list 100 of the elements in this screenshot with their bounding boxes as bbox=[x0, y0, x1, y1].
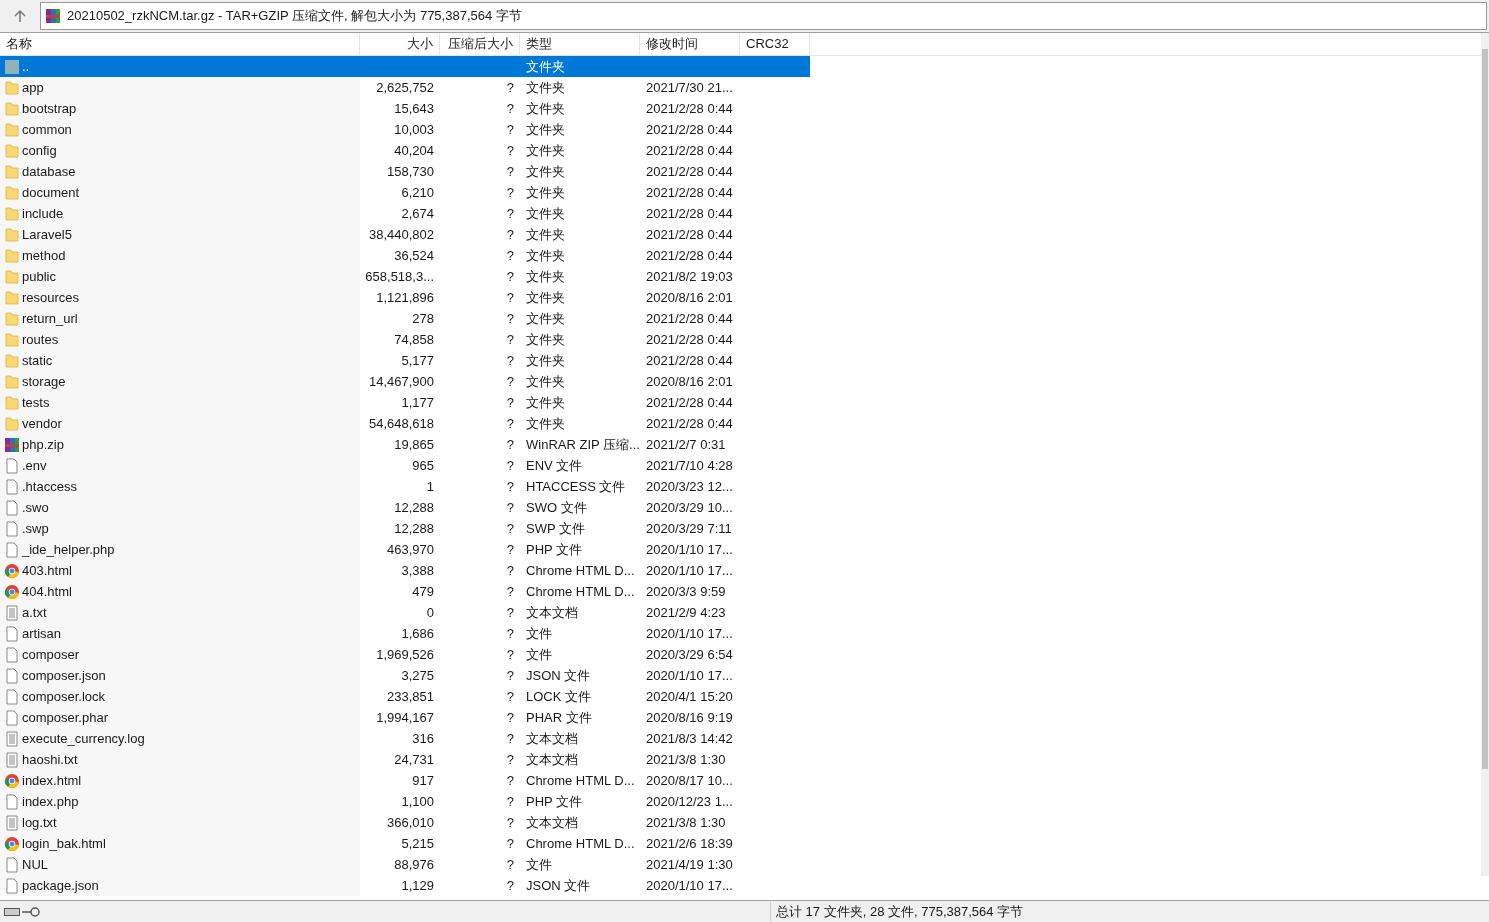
file-row[interactable]: include 2,674 ? 文件夹 2021/2/28 0:44 bbox=[0, 203, 810, 224]
modified-cell: 2021/2/28 0:44 bbox=[646, 142, 733, 158]
file-row[interactable]: database 158,730 ? 文件夹 2021/2/28 0:44 bbox=[0, 161, 810, 182]
modified-cell: 2021/7/10 4:28 bbox=[646, 457, 733, 473]
size-cell-text: 658,518,3... bbox=[365, 267, 434, 286]
file-name: composer.phar bbox=[22, 708, 108, 727]
modified-cell: 2021/2/28 0:44 bbox=[646, 184, 733, 200]
file-row[interactable]: a.txt 0 ? 文本文档 2021/2/9 4:23 bbox=[0, 602, 810, 623]
file-row[interactable]: 404.html 479 ? Chrome HTML D... 2020/3/3 9:59 bbox=[0, 581, 810, 602]
packed-size-cell-text: ? bbox=[506, 435, 514, 454]
size-cell-text: 88,976 bbox=[394, 855, 434, 874]
file-row[interactable]: config 40,204 ? 文件夹 2021/2/28 0:44 bbox=[0, 140, 810, 161]
file-row[interactable]: document 6,210 ? 文件夹 2021/2/28 0:44 bbox=[0, 182, 810, 203]
folder-icon bbox=[4, 415, 20, 432]
type-cell: 文件夹 bbox=[526, 58, 565, 74]
type-cell: 文件夹 bbox=[526, 163, 565, 179]
packed-size-cell-text: ? bbox=[506, 78, 514, 97]
folder-icon bbox=[4, 184, 20, 201]
file-row[interactable]: app 2,625,752 ? 文件夹 2021/7/30 21... bbox=[0, 77, 810, 98]
file-row[interactable]: composer.json 3,275 ? JSON 文件 2020/1/10 17... bbox=[0, 665, 810, 686]
file-row[interactable]: haoshi.txt 24,731 ? 文本文档 2021/3/8 1:30 bbox=[0, 749, 810, 770]
file-name: document bbox=[22, 183, 80, 202]
file-name: artisan bbox=[22, 624, 62, 643]
column-header[interactable]: 名称 bbox=[0, 33, 360, 55]
file-name: haoshi.txt bbox=[22, 750, 78, 769]
file-row[interactable]: 403.html 3,388 ? Chrome HTML D... 2020/1/10 17... bbox=[0, 560, 810, 581]
modified-cell: 2021/8/2 19:03 bbox=[646, 268, 733, 284]
type-cell: 文件 bbox=[526, 646, 552, 662]
text-file-icon bbox=[4, 751, 20, 768]
file-icon bbox=[4, 499, 20, 516]
file-row[interactable]: static 5,177 ? 文件夹 2021/2/28 0:44 bbox=[0, 350, 810, 371]
type-cell: 文件夹 bbox=[526, 394, 565, 410]
file-row[interactable]: log.txt 366,010 ? 文本文档 2021/3/8 1:30 bbox=[0, 812, 810, 833]
file-row[interactable]: common 10,003 ? 文件夹 2021/2/28 0:44 bbox=[0, 119, 810, 140]
file-icon bbox=[4, 709, 20, 726]
file-row[interactable]: php.zip 19,865 ? WinRAR ZIP 压缩... 2021/2/7 0:31 bbox=[0, 434, 810, 455]
type-cell: 文件 bbox=[526, 856, 552, 872]
archive-icon bbox=[45, 8, 61, 24]
file-row[interactable]: storage 14,467,900 ? 文件夹 2020/8/16 2:01 bbox=[0, 371, 810, 392]
packed-size-cell-text: ? bbox=[506, 477, 514, 496]
file-name: vendor bbox=[22, 414, 62, 433]
file-row[interactable]: index.php 1,100 ? PHP 文件 2020/12/23 1... bbox=[0, 791, 810, 812]
scrollbar[interactable] bbox=[1481, 33, 1489, 876]
modified-cell: 2021/2/28 0:44 bbox=[646, 226, 733, 242]
file-row[interactable]: .. 文件夹 bbox=[0, 56, 810, 77]
file-name: NUL bbox=[22, 855, 48, 874]
file-row[interactable]: composer.lock 233,851 ? LOCK 文件 2020/4/1 15:20 bbox=[0, 686, 810, 707]
file-name: a.txt bbox=[22, 603, 47, 622]
folder-icon bbox=[4, 100, 20, 117]
file-row[interactable]: tests 1,177 ? 文件夹 2021/2/28 0:44 bbox=[0, 392, 810, 413]
file-row[interactable]: _ide_helper.php 463,970 ? PHP 文件 2020/1/10 17... bbox=[0, 539, 810, 560]
size-cell-text: 463,970 bbox=[387, 540, 434, 559]
packed-size-cell-text: ? bbox=[506, 267, 514, 286]
file-row[interactable]: vendor 54,648,618 ? 文件夹 2021/2/28 0:44 bbox=[0, 413, 810, 434]
file-row[interactable]: return_url 278 ? 文件夹 2021/2/28 0:44 bbox=[0, 308, 810, 329]
file-name: Laravel5 bbox=[22, 225, 72, 244]
file-row[interactable]: package.json 1,129 ? JSON 文件 2020/1/10 17... bbox=[0, 875, 810, 896]
address-field[interactable]: 20210502_rzkNCM.tar.gz - TAR+GZIP 压缩文件, 解包大小为 775,387,564 字节 bbox=[40, 2, 1487, 30]
file-name: composer bbox=[22, 645, 80, 664]
file-name: config bbox=[22, 141, 57, 160]
file-row[interactable]: bootstrap 15,643 ? 文件夹 2021/2/28 0:44 bbox=[0, 98, 810, 119]
file-row[interactable]: routes 74,858 ? 文件夹 2021/2/28 0:44 bbox=[0, 329, 810, 350]
file-name: index.html bbox=[22, 771, 82, 790]
type-cell: HTACCESS 文件 bbox=[526, 478, 626, 494]
file-row[interactable]: .htaccess 1 ? HTACCESS 文件 2020/3/23 12... bbox=[0, 476, 810, 497]
type-cell: PHP 文件 bbox=[526, 793, 583, 809]
folder-icon bbox=[4, 289, 20, 306]
file-icon bbox=[4, 478, 20, 495]
packed-size-cell-text: ? bbox=[506, 624, 514, 643]
column-header[interactable]: 修改时间 bbox=[640, 33, 740, 55]
folder-icon bbox=[4, 205, 20, 222]
address-text: 20210502_rzkNCM.tar.gz - TAR+GZIP 压缩文件, 解包大小为 775,387,564 字节 bbox=[67, 7, 522, 26]
file-row[interactable]: .swo 12,288 ? SWO 文件 2020/3/29 10... bbox=[0, 497, 810, 518]
file-row[interactable]: execute_currency.log 316 ? 文本文档 2021/8/3 14:42 bbox=[0, 728, 810, 749]
size-cell-text: 1 bbox=[426, 477, 434, 496]
browser-logo-icon bbox=[4, 772, 20, 789]
column-header[interactable]: CRC32 bbox=[740, 33, 810, 55]
file-row[interactable]: composer.phar 1,994,167 ? PHAR 文件 2020/8/16 9:19 bbox=[0, 707, 810, 728]
file-row[interactable]: Laravel5 38,440,802 ? 文件夹 2021/2/28 0:44 bbox=[0, 224, 810, 245]
type-cell: ENV 文件 bbox=[526, 457, 583, 473]
column-header[interactable]: 大小 bbox=[360, 33, 440, 55]
type-cell: SWP 文件 bbox=[526, 520, 585, 536]
file-row[interactable]: method 36,524 ? 文件夹 2021/2/28 0:44 bbox=[0, 245, 810, 266]
file-row[interactable]: .swp 12,288 ? SWP 文件 2020/3/29 7:11 bbox=[0, 518, 810, 539]
scroll-thumb[interactable] bbox=[1482, 49, 1488, 769]
file-row[interactable]: artisan 1,686 ? 文件 2020/1/10 17... bbox=[0, 623, 810, 644]
packed-size-cell-text: ? bbox=[506, 540, 514, 559]
modified-cell: 2020/8/16 2:01 bbox=[646, 289, 733, 305]
size-cell-text: 12,288 bbox=[394, 519, 434, 538]
column-header[interactable]: 压缩后大小 bbox=[440, 33, 520, 55]
file-name: tests bbox=[22, 393, 50, 412]
file-row[interactable]: public 658,518,3... ? 文件夹 2021/8/2 19:03 bbox=[0, 266, 810, 287]
file-row[interactable]: index.html 917 ? Chrome HTML D... 2020/8/17 10... bbox=[0, 770, 810, 791]
file-row[interactable]: composer 1,969,526 ? 文件 2020/3/29 6:54 bbox=[0, 644, 810, 665]
file-row[interactable]: .env 965 ? ENV 文件 2021/7/10 4:28 bbox=[0, 455, 810, 476]
file-row[interactable]: login_bak.html 5,215 ? Chrome HTML D... 2021/2/6 18:39 bbox=[0, 833, 810, 854]
size-cell-text: 2,625,752 bbox=[376, 78, 434, 97]
file-row[interactable]: NUL 88,976 ? 文件 2021/4/19 1:30 bbox=[0, 854, 810, 875]
column-header[interactable]: 类型 bbox=[520, 33, 640, 55]
file-row[interactable]: resources 1,121,896 ? 文件夹 2020/8/16 2:01 bbox=[0, 287, 810, 308]
